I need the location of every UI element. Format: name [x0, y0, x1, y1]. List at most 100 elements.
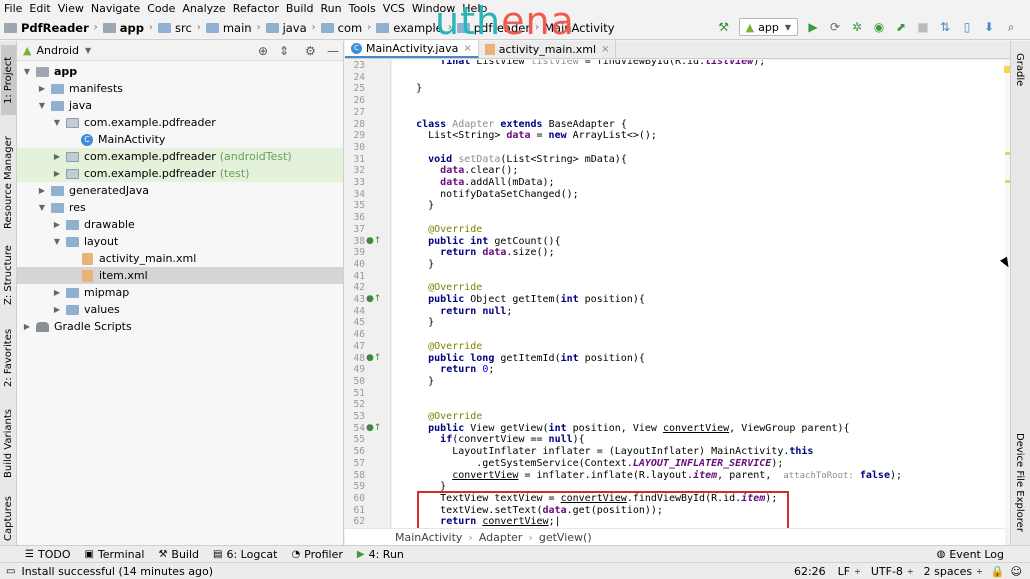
override-icon[interactable]: ●↑ [366, 353, 381, 365]
breadcrumb-project[interactable]: PdfReader [21, 21, 89, 35]
avd-manager-icon[interactable]: ▯ [960, 20, 974, 34]
tree-item-activity-main-xml[interactable]: activity_main.xml [17, 250, 343, 267]
tab-resource-manager[interactable]: Resource Manager [1, 123, 16, 243]
tree-item-app[interactable]: ▼ app [17, 63, 343, 80]
stop-icon[interactable]: ■ [916, 20, 930, 34]
breadcrumb-main[interactable]: main [223, 21, 252, 35]
apply-changes-icon[interactable]: ⟳ [828, 20, 842, 34]
tab-favorites[interactable]: 2: Favorites [1, 323, 16, 393]
close-icon[interactable]: × [463, 43, 471, 54]
collapsed-arrow-icon[interactable]: ▶ [37, 84, 47, 93]
tree-item-values[interactable]: ▶ values [17, 301, 343, 318]
close-icon[interactable]: × [601, 44, 609, 55]
tree-item-manifests[interactable]: ▶ manifests [17, 80, 343, 97]
caret-position[interactable]: 62:26 [794, 565, 826, 578]
tool-run[interactable]: ▶ 4: Run [357, 548, 404, 561]
menu-refactor[interactable]: Refactor [233, 2, 279, 15]
collapsed-arrow-icon[interactable]: ▶ [52, 305, 62, 314]
sync-icon[interactable]: ⇅ [938, 20, 952, 34]
collapsed-arrow-icon[interactable]: ▶ [52, 169, 62, 178]
menu-view[interactable]: View [58, 2, 84, 15]
collapse-icon[interactable]: ⇕ [279, 44, 289, 58]
tool-build[interactable]: ⚒ Build [158, 548, 199, 561]
menu-file[interactable]: File [4, 2, 22, 15]
menu-navigate[interactable]: Navigate [91, 2, 140, 15]
tree-item-mipmap[interactable]: ▶ mipmap [17, 284, 343, 301]
menu-run[interactable]: Run [321, 2, 342, 15]
breadcrumb-app[interactable]: app [120, 21, 144, 35]
tool-terminal[interactable]: ▣ Terminal [84, 548, 144, 561]
tool-logcat[interactable]: ▤ 6: Logcat [213, 548, 277, 561]
expanded-arrow-icon[interactable]: ▼ [52, 118, 62, 127]
menu-vcs[interactable]: VCS [383, 2, 405, 15]
menu-code[interactable]: Code [147, 2, 175, 15]
tree-item-layout[interactable]: ▼ layout [17, 233, 343, 250]
collapsed-arrow-icon[interactable]: ▶ [22, 322, 32, 331]
lock-icon[interactable]: 🔒 [991, 565, 1005, 578]
status-toggle-icon[interactable]: ▭ [6, 566, 15, 577]
menu-analyze[interactable]: Analyze [182, 2, 225, 15]
run-config-select[interactable]: ▲ app ▼ [738, 18, 798, 36]
breadcrumb-com[interactable]: com [338, 21, 363, 35]
tab-device-file-explorer[interactable]: Device File Explorer [1014, 433, 1025, 532]
menu-edit[interactable]: Edit [29, 2, 50, 15]
crumb-getview[interactable]: getView() [539, 531, 592, 544]
override-icon[interactable]: ●↑ [366, 236, 381, 248]
menu-tools[interactable]: Tools [349, 2, 376, 15]
crumb-mainactivity[interactable]: MainActivity [395, 531, 462, 544]
collapsed-arrow-icon[interactable]: ▶ [52, 288, 62, 297]
expanded-arrow-icon[interactable]: ▼ [52, 237, 62, 246]
hammer-icon[interactable]: ⚒ [717, 20, 731, 34]
tree-item-package[interactable]: ▼ com.example.pdfreader [17, 114, 343, 131]
tree-item-java[interactable]: ▼ java [17, 97, 343, 114]
hide-icon[interactable]: — [327, 44, 339, 58]
collapsed-arrow-icon[interactable]: ▶ [52, 220, 62, 229]
tree-item-package-test[interactable]: ▶ com.example.pdfreader (test) [17, 165, 343, 182]
tab-mainactivity-java[interactable]: C MainActivity.java × [345, 40, 479, 58]
expanded-arrow-icon[interactable]: ▼ [37, 203, 47, 212]
tree-item-generatedjava[interactable]: ▶ generatedJava [17, 182, 343, 199]
breadcrumb-java[interactable]: java [283, 21, 307, 35]
collapsed-arrow-icon[interactable]: ▶ [52, 152, 62, 161]
tab-build-variants[interactable]: Build Variants [1, 403, 16, 485]
override-icon[interactable]: ●↑ [366, 423, 381, 435]
line-separator[interactable]: LF [838, 565, 850, 578]
tree-item-gradle-scripts[interactable]: ▶ Gradle Scripts [17, 318, 343, 335]
gear-icon[interactable]: ⚙ [305, 44, 316, 58]
indent-setting[interactable]: 2 spaces [924, 565, 973, 578]
tool-event-log[interactable]: ◍ Event Log [937, 548, 1004, 561]
tool-todo[interactable]: ☰ TODO [25, 548, 70, 561]
run-icon[interactable]: ▶ [806, 20, 820, 34]
highlight-box [417, 491, 789, 531]
project-view-select[interactable]: Android [36, 44, 79, 57]
inspector-icon[interactable]: ☺ [1011, 565, 1022, 578]
sdk-manager-icon[interactable]: ⬇ [982, 20, 996, 34]
tree-item-res[interactable]: ▼ res [17, 199, 343, 216]
expanded-arrow-icon[interactable]: ▼ [37, 101, 47, 110]
status-message[interactable]: Install successful (14 minutes ago) [21, 565, 213, 578]
code-editor[interactable]: final ListView listView = findViewById(R… [392, 60, 1005, 528]
search-icon[interactable]: ⌕ [1004, 20, 1018, 34]
tree-item-mainactivity[interactable]: C MainActivity [17, 131, 343, 148]
tree-item-item-xml[interactable]: item.xml [17, 267, 343, 284]
crumb-adapter[interactable]: Adapter [479, 531, 523, 544]
profile-icon[interactable]: ◉ [872, 20, 886, 34]
override-icon[interactable]: ●↑ [366, 294, 381, 306]
tree-item-package-androidtest[interactable]: ▶ com.example.pdfreader (androidTest) [17, 148, 343, 165]
collapsed-arrow-icon[interactable]: ▶ [37, 186, 47, 195]
chevron-down-icon[interactable]: ▼ [85, 46, 91, 55]
tab-structure[interactable]: Z: Structure [1, 241, 16, 309]
tab-captures[interactable]: Captures [1, 493, 16, 545]
file-encoding[interactable]: UTF-8 [871, 565, 903, 578]
tool-profiler[interactable]: ◔ Profiler [291, 548, 342, 561]
breadcrumb-src[interactable]: src [175, 21, 192, 35]
menu-build[interactable]: Build [286, 2, 314, 15]
locate-icon[interactable]: ⊕ [258, 44, 268, 58]
tab-project[interactable]: 1: Project [1, 45, 16, 115]
tab-gradle[interactable]: Gradle [1014, 53, 1025, 86]
tab-activity-main-xml[interactable]: activity_main.xml × [479, 40, 617, 58]
attach-debugger-icon[interactable]: ⬈ [894, 20, 908, 34]
debug-icon[interactable]: ✲ [850, 20, 864, 34]
expanded-arrow-icon[interactable]: ▼ [22, 67, 32, 76]
tree-item-drawable[interactable]: ▶ drawable [17, 216, 343, 233]
